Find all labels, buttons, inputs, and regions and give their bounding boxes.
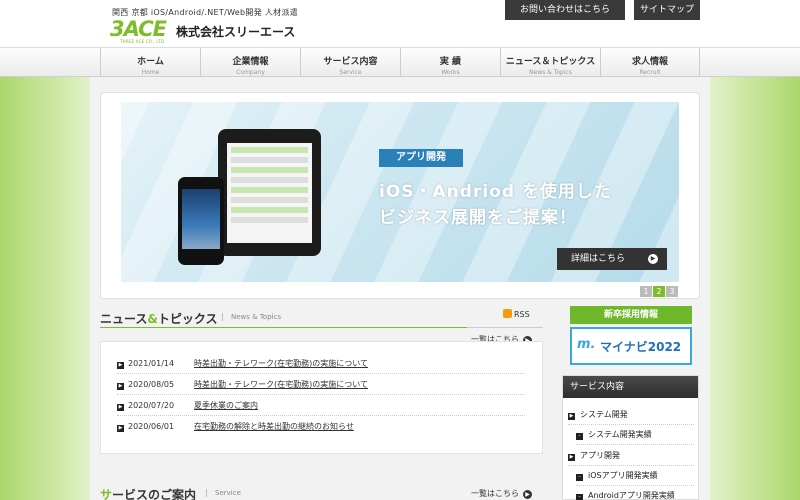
nav-sublabel: Company	[236, 69, 265, 76]
square-bullet-icon: ▶	[568, 454, 575, 461]
service-title-first: サ	[100, 488, 113, 500]
banner-category: アプリ開発	[379, 149, 463, 167]
news-link[interactable]: 夏季休業のご案内	[194, 401, 258, 410]
service-title-rest: ービスのご案内	[112, 488, 197, 500]
arrow-right-icon: ▶	[648, 254, 658, 264]
nav-label: 企業情報	[232, 57, 269, 67]
nav-sublabel: Recruit	[639, 69, 661, 76]
phone-screen	[182, 189, 220, 249]
banner-headline-2: ビジネス展開をご提案！	[379, 208, 577, 228]
global-nav: ホーム Home 企業情報 Company サービス内容 Service 実 績…	[0, 47, 800, 77]
mynavi-logo-icon: m.	[577, 337, 596, 352]
nav-label: ニュース＆トピックス	[505, 57, 596, 67]
sidebar-item-ios-works[interactable]: – iOSアプリ開発実績	[576, 467, 694, 486]
banner-detail-label: 詳細はこちら	[571, 254, 626, 264]
news-date: 2020/07/20	[128, 401, 175, 410]
mynavi-label: マイナビ2022	[600, 340, 682, 354]
nav-label: サービス内容	[323, 57, 378, 67]
recruit-button[interactable]: 新卒採用情報	[570, 306, 692, 324]
service-title-en: Service	[206, 489, 241, 497]
news-title-a: ニュース	[100, 312, 148, 326]
mynavi-banner[interactable]: m. マイナビ2022	[570, 327, 692, 365]
service-title: サービスのご案内	[100, 486, 196, 500]
news-title-b: トピックス	[157, 312, 218, 326]
arrow-right-icon: ▶	[117, 425, 124, 432]
news-list: ▶ 2021/01/14 時差出勤・テレワーク(在宅勤務)の実施について ▶ 2020…	[100, 341, 543, 454]
square-bullet-icon: ▶	[568, 413, 575, 420]
service-all-label: 一覧はこちら	[471, 489, 519, 498]
sidebar-title: サービス内容	[563, 376, 698, 398]
nav-label: ホーム	[137, 57, 164, 67]
news-link[interactable]: 時差出勤・テレワーク(在宅勤務)の実施について	[194, 359, 368, 368]
sidebar-item-label: Androidアプリ開発実績	[588, 491, 675, 500]
nav-home[interactable]: ホーム Home	[100, 48, 200, 77]
logo-mark: 3ACE	[110, 17, 167, 41]
nav-label: 実 績	[439, 57, 462, 67]
news-date: 2020/06/01	[128, 422, 175, 431]
news-item: ▶ 2020/06/01 在宅勤務の解除と時差出勤の継続のお知らせ	[117, 417, 525, 437]
sidebar-item-label: iOSアプリ開発実績	[588, 471, 658, 480]
service-sidebar: サービス内容 ▶ システム開発 – システム開発実績 ▶ アプリ開発 – iOSアプリ開…	[562, 375, 699, 500]
nav-recruit[interactable]: 求人情報 Recruit	[600, 48, 700, 77]
news-item: ▶ 2020/08/05 時差出勤・テレワーク(在宅勤務)の実施について	[117, 375, 525, 395]
contact-button[interactable]: お問い合わせはこちら	[505, 0, 625, 20]
square-bullet-icon: –	[576, 494, 583, 500]
banner-detail-button[interactable]: 詳細はこちら ▶	[557, 248, 667, 270]
company-name: 株式会社スリーエース	[176, 25, 296, 39]
sidebar-item-system-works[interactable]: – システム開発実績	[576, 426, 694, 445]
square-bullet-icon: –	[576, 474, 583, 481]
nav-label: 求人情報	[631, 57, 668, 67]
nav-sublabel: Home	[141, 69, 160, 76]
news-title-amp: &	[147, 312, 158, 326]
company-logo[interactable]: 3ACE THREE ACE CO., LTD.	[110, 18, 168, 44]
tablet-screen	[227, 143, 312, 243]
news-date: 2021/01/14	[128, 359, 175, 368]
nav-company[interactable]: 企業情報 Company	[200, 48, 300, 77]
banner-slide[interactable]: アプリ開発 iOS・Andriod を使用した ビジネス展開をご提案！ 詳細はこ…	[121, 102, 679, 282]
square-bullet-icon: –	[576, 433, 583, 440]
arrow-right-icon: ▶	[117, 383, 124, 390]
logo-subtext: THREE ACE CO., LTD.	[120, 39, 166, 44]
tablet-image	[218, 129, 321, 256]
nav-sublabel: Works	[441, 69, 460, 76]
news-item: ▶ 2021/01/14 時差出勤・テレワーク(在宅勤務)の実施について	[117, 354, 525, 374]
nav-sublabel: Service	[339, 69, 362, 76]
phone-image	[178, 177, 224, 265]
sidebar-item-android-works[interactable]: – Androidアプリ開発実績	[576, 487, 694, 500]
rss-link[interactable]: RSS	[503, 309, 530, 319]
nav-works[interactable]: 実 績 Works	[400, 48, 500, 77]
sidebar-item-system[interactable]: ▶ システム開発	[568, 406, 694, 425]
header: 関西 京都 iOS/Android/.NET/Web開発 人材派遣 3ACE T…	[0, 0, 800, 48]
news-link[interactable]: 時差出勤・テレワーク(在宅勤務)の実施について	[194, 380, 368, 389]
news-link[interactable]: 在宅勤務の解除と時差出勤の継続のお知らせ	[194, 422, 354, 431]
news-title: ニュース&トピックス	[100, 310, 218, 327]
slider-page-1[interactable]: 1	[640, 286, 652, 297]
slider-page-2[interactable]: 2	[653, 286, 665, 297]
rss-icon	[503, 309, 512, 318]
slider-page-3[interactable]: 3	[666, 286, 678, 297]
sidebar-item-label: システム開発実績	[588, 430, 652, 439]
news-item: ▶ 2020/07/20 夏季休業のご案内	[117, 396, 525, 416]
sidebar-item-app[interactable]: ▶ アプリ開発	[568, 447, 694, 466]
service-all-link[interactable]: 一覧はこちら ▶	[471, 488, 532, 499]
sidebar-item-label: システム開発	[580, 410, 628, 419]
nav-sublabel: News & Topics	[529, 69, 572, 76]
rss-label: RSS	[514, 310, 530, 319]
news-title-en: News & Topics	[222, 313, 281, 321]
banner-headline-1: iOS・Andriod を使用した	[379, 182, 612, 202]
nav-service[interactable]: サービス内容 Service	[300, 48, 400, 77]
news-divider	[100, 327, 543, 328]
sitemap-button[interactable]: サイトマップ	[634, 0, 700, 20]
news-date: 2020/08/05	[128, 380, 175, 389]
arrow-right-icon: ▶	[117, 404, 124, 411]
nav-news[interactable]: ニュース＆トピックス News & Topics	[500, 48, 600, 77]
sidebar-item-label: アプリ開発	[580, 451, 620, 460]
arrow-right-icon: ▶	[117, 362, 124, 369]
arrow-right-icon: ▶	[523, 490, 532, 499]
